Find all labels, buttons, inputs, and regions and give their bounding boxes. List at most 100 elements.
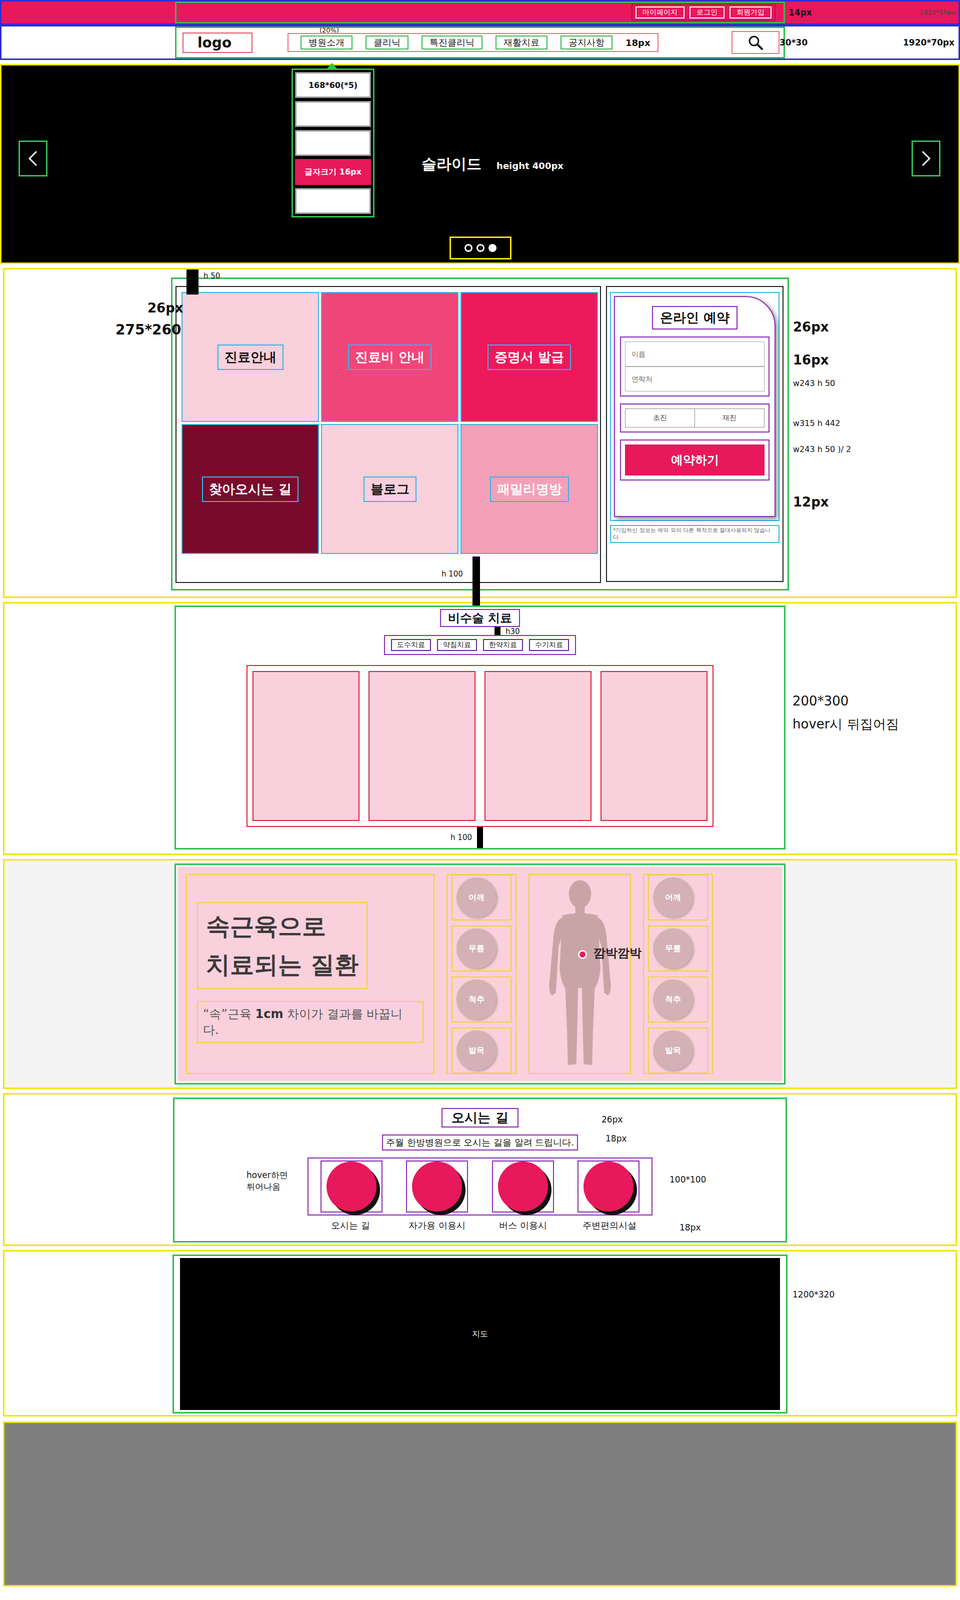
directions-section: 오시는 길주월 한방병원으로 오시는 길을 알려 드립니다.오시는 길자가용 이…: [3, 1093, 957, 1246]
quick-tile[interactable]: 진료안내: [181, 292, 319, 422]
direction-circle[interactable]: [326, 1161, 377, 1212]
top-link[interactable]: 마이페이지: [635, 6, 685, 19]
quick-tile[interactable]: 진료비 안내: [321, 292, 459, 422]
body-part: 발목: [451, 1027, 512, 1074]
font-note: 18px: [679, 1222, 701, 1233]
next-button[interactable]: [911, 140, 941, 177]
body-part-button[interactable]: 무릎: [653, 928, 693, 969]
direction-label[interactable]: 버스 이용시: [480, 1219, 567, 1232]
title-line: 속근육으로: [206, 907, 359, 946]
slide-dot[interactable]: [476, 244, 485, 252]
body-part: 척추: [648, 976, 708, 1023]
direction-circle[interactable]: [412, 1161, 462, 1212]
page: 마이페이지로그인회원가입14px1920*50pxlogo병원소개클리닉특진클리…: [0, 0, 960, 1587]
slide-dot[interactable]: [464, 244, 473, 252]
prev-button[interactable]: [18, 140, 48, 177]
dropdown-pointer: [327, 63, 337, 69]
quick-tile[interactable]: 찾아오시는 길: [181, 424, 319, 554]
visit-type-option[interactable]: 재진: [695, 409, 764, 427]
dropdown-item[interactable]: 168*60(*5): [295, 72, 371, 98]
treatment-tab[interactable]: 한약치료: [483, 639, 523, 651]
muscle-container: 속근육으로치료되는 질환“속”근육 1cm 차이가 결과를 바꿉니다.어깨무릎척…: [174, 863, 786, 1085]
body-part-button[interactable]: 발목: [653, 1030, 693, 1071]
blink-dot[interactable]: [578, 950, 587, 959]
menu-item[interactable]: 재활치료: [495, 35, 548, 50]
dropdown-item[interactable]: 글자크기 16px: [295, 159, 371, 185]
spec-note: 16px: [793, 352, 829, 368]
submit-group: 예약하기: [620, 439, 770, 481]
body-part-button[interactable]: 척추: [456, 979, 497, 1020]
visit-type-option[interactable]: 초진: [625, 409, 695, 427]
width-note: (20%): [319, 26, 339, 34]
note-line: 튀어나옴: [246, 1181, 288, 1193]
treatment-card[interactable]: [600, 671, 708, 821]
logo[interactable]: logo: [182, 32, 253, 53]
gap-note: h 100: [441, 569, 463, 579]
title-line: 치료되는 질환: [206, 945, 359, 984]
treatment-container: 비수술 치료h30도수치료약침치료한약치료수기치료h 100: [174, 605, 786, 850]
dropdown-menu: 168*60(*5) 글자크기 16px: [291, 68, 375, 218]
spec-note: 12px: [793, 494, 829, 510]
direction-item: [480, 1160, 566, 1213]
body-part: 무릎: [451, 925, 512, 972]
tile-grid: 진료안내진료비 안내 증명서 발급찾아오시는 길 블로그패밀리명방: [181, 292, 595, 554]
direction-item: [308, 1160, 395, 1213]
body-part-column: 어깨무릎척추발목: [643, 874, 713, 1074]
body-part: 발목: [648, 1027, 708, 1074]
body-part-button[interactable]: 어깨: [456, 877, 497, 918]
top-link[interactable]: 로그인: [689, 6, 725, 19]
tile-label: 증명서 발급: [487, 344, 571, 370]
direction-icon-box: [406, 1160, 468, 1213]
spec-note: w243 h 50: [793, 378, 835, 388]
nav-bar: logo병원소개클리닉특진클리닉재활치료공지사항18px(20%)30*3019…: [0, 25, 960, 60]
menu-item[interactable]: 공지사항: [560, 35, 613, 50]
map[interactable]: 지도: [180, 1258, 780, 1410]
direction-label[interactable]: 자가용 이용시: [394, 1219, 481, 1232]
menu-item[interactable]: 클리닉: [365, 35, 409, 50]
direction-label[interactable]: 주변편의시설: [566, 1219, 653, 1232]
font-note: 26px: [601, 1114, 623, 1125]
quick-tile[interactable]: 블로그: [321, 424, 459, 554]
text-field[interactable]: [625, 341, 765, 367]
map-section: 지도1200*320: [3, 1250, 957, 1417]
hover-note: hover하면튀어나옴: [246, 1169, 288, 1193]
treatment-tab[interactable]: 도수치료: [391, 639, 431, 651]
menu-item[interactable]: 병원소개: [300, 35, 353, 50]
text-field[interactable]: [625, 366, 765, 392]
dropdown-item[interactable]: [295, 101, 371, 127]
body-part-button[interactable]: 어깨: [653, 877, 693, 918]
quick-tile[interactable]: 증명서 발급: [460, 292, 598, 422]
quick-tile[interactable]: 패밀리명방: [460, 424, 598, 554]
treatment-card[interactable]: [368, 671, 476, 821]
body-part-button[interactable]: 발목: [456, 1030, 497, 1071]
search-icon: [748, 35, 763, 50]
menu-item[interactable]: 특진클리닉: [421, 35, 483, 50]
muscle-section: 속근육으로치료되는 질환“속”근육 1cm 차이가 결과를 바꿉니다.어깨무릎척…: [3, 859, 957, 1089]
dropdown-item[interactable]: [295, 188, 371, 214]
tile-label: 찾아오시는 길: [202, 476, 299, 502]
direction-circle[interactable]: [583, 1161, 634, 1212]
section-subtitle: 주월 한방병원으로 오시는 길을 알려 드립니다.: [382, 1134, 578, 1151]
top-link[interactable]: 회원가입: [729, 6, 772, 19]
spacing-marker: [472, 556, 480, 606]
direction-label[interactable]: 오시는 길: [307, 1219, 394, 1232]
search-button[interactable]: [731, 31, 780, 54]
slide-dot[interactable]: [488, 244, 497, 252]
direction-icon-box: [577, 1160, 640, 1213]
treatment-card[interactable]: [484, 671, 592, 821]
section-title: 오시는 길: [441, 1108, 518, 1128]
treatment-tab[interactable]: 수기치료: [529, 639, 569, 651]
treatment-card[interactable]: [252, 671, 360, 821]
map-label: 지도: [472, 1329, 488, 1340]
treatment-tabs: 도수치료 약침치료 한약치료 수기치료: [384, 635, 576, 655]
reserve-button[interactable]: 예약하기: [625, 444, 765, 476]
font-note: 26px: [147, 300, 184, 316]
direction-circle[interactable]: [498, 1161, 548, 1212]
slide-label: 슬라이드: [421, 154, 482, 175]
treatment-cards: [246, 665, 714, 827]
body-part-button[interactable]: 척추: [653, 979, 693, 1020]
treatment-tab[interactable]: 약침치료: [437, 639, 477, 651]
body-part-button[interactable]: 무릎: [456, 928, 497, 969]
dropdown-item[interactable]: [295, 130, 371, 156]
body-part: 어깨: [648, 874, 708, 921]
